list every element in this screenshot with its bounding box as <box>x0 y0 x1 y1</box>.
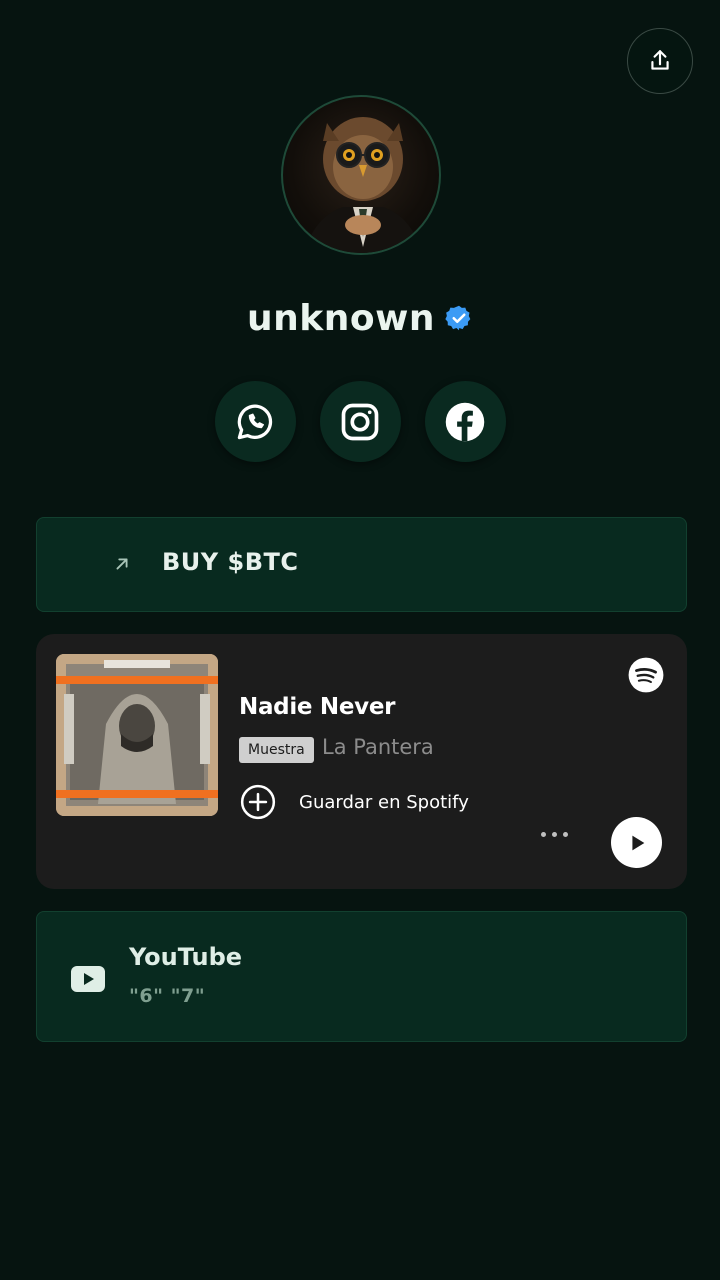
save-to-spotify-label: Guardar en Spotify <box>299 791 469 813</box>
instagram-icon <box>341 403 379 440</box>
arrow-up-right-icon <box>116 558 128 570</box>
social-links <box>0 381 720 462</box>
buy-btc-link[interactable]: BUY $BTC <box>36 517 687 612</box>
verified-badge-icon <box>445 305 471 331</box>
save-to-spotify-button[interactable]: Guardar en Spotify <box>239 783 469 821</box>
profile-name: unknown <box>247 297 435 339</box>
youtube-link[interactable]: YouTube "6" "7" <box>36 911 687 1042</box>
artist-name[interactable]: La Pantera <box>322 735 434 759</box>
avatar <box>281 95 441 255</box>
buy-btc-label: BUY $BTC <box>162 548 299 576</box>
profile-header: unknown <box>0 290 720 346</box>
share-icon <box>651 50 669 70</box>
facebook-icon <box>445 402 485 441</box>
track-title[interactable]: Nadie Never <box>239 694 396 720</box>
spotify-embed: Nadie Never Muestra La Pantera Guardar e… <box>36 634 687 889</box>
play-icon <box>631 835 644 850</box>
add-circle-icon <box>240 784 276 820</box>
whatsapp-icon <box>237 404 273 439</box>
preview-badge: Muestra <box>239 737 314 763</box>
youtube-subtitle: "6" "7" <box>129 985 206 1007</box>
youtube-title: YouTube <box>129 943 243 971</box>
instagram-button[interactable] <box>319 381 401 462</box>
share-button[interactable] <box>627 28 693 94</box>
play-button[interactable] <box>611 817 662 868</box>
spotify-logo-icon[interactable] <box>627 656 665 694</box>
facebook-button[interactable] <box>424 381 506 462</box>
more-options-icon[interactable] <box>541 832 568 837</box>
youtube-icon <box>71 966 105 992</box>
whatsapp-button[interactable] <box>214 381 296 462</box>
album-cover[interactable] <box>56 654 218 816</box>
